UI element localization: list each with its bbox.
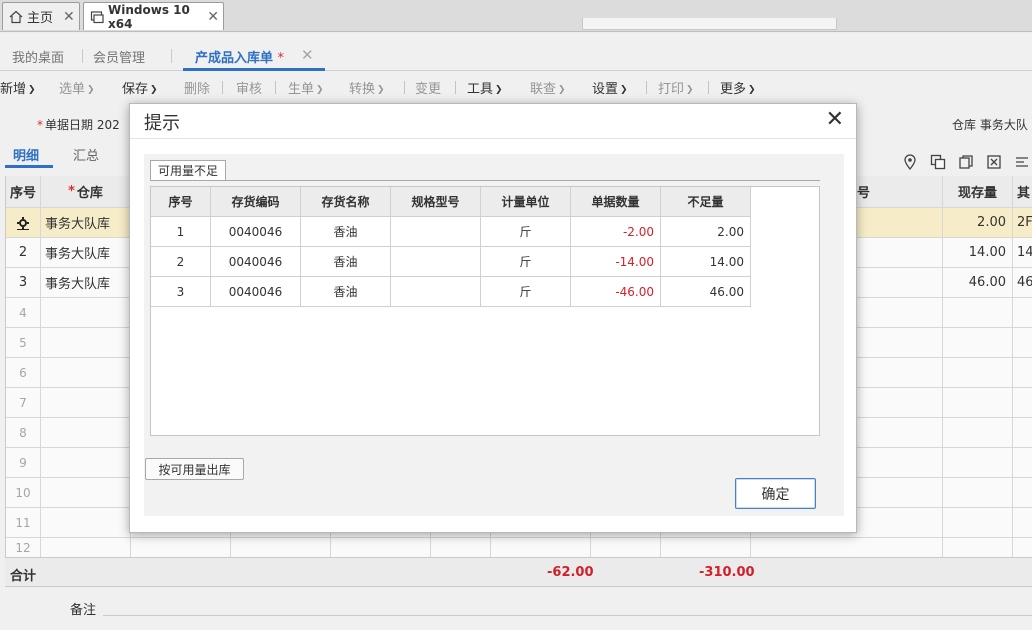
browser-tab-label: 主页 — [27, 11, 54, 26]
table-header: 序号 存货编码 存货名称 规格型号 计量单位 单据数量 不足量 — [151, 187, 751, 217]
cell-name: 香油 — [301, 277, 391, 306]
cell-no: 2 — [151, 247, 211, 276]
tab-insufficient-qty[interactable]: 可用量不足 — [150, 160, 227, 180]
browser-tab-windows[interactable]: Windows 10 x64 ✕ — [83, 2, 224, 31]
cell-short: 14.00 — [661, 247, 751, 276]
cell-spec — [391, 247, 481, 276]
home-icon — [9, 10, 23, 24]
cell-qty: -14.00 — [571, 247, 661, 276]
browser-tab-label: Windows 10 x64 — [108, 2, 190, 31]
cell-code: 0040046 — [211, 247, 301, 276]
cell-unit: 斤 — [481, 217, 571, 246]
cell-no: 1 — [151, 217, 211, 246]
col-header: 规格型号 — [391, 187, 481, 216]
cell-qty: -2.00 — [571, 217, 661, 246]
close-icon[interactable]: ✕ — [826, 107, 844, 132]
close-icon[interactable]: ✕ — [207, 9, 219, 25]
cell-short: 46.00 — [661, 277, 751, 306]
cell-code: 0040046 — [211, 217, 301, 246]
close-icon[interactable]: ✕ — [63, 9, 75, 25]
col-header: 不足量 — [661, 187, 751, 216]
col-header: 存货编码 — [211, 187, 301, 216]
col-header: 计量单位 — [481, 187, 571, 216]
dialog-body: 可用量不足 序号 存货编码 存货名称 规格型号 计量单位 单据数量 不足量 1 … — [144, 154, 844, 516]
ok-button[interactable]: 确定 — [735, 478, 816, 509]
divider — [130, 138, 856, 139]
address-bar-edge — [582, 18, 837, 30]
cell-name: 香油 — [301, 217, 391, 246]
browser-tab-strip: 主页 ✕ Windows 10 x64 ✕ — [0, 0, 1032, 32]
cell-name: 香油 — [301, 247, 391, 276]
dialog-title: 提示 — [144, 113, 180, 134]
cell-unit: 斤 — [481, 247, 571, 276]
vm-icon — [90, 10, 104, 24]
cell-qty: -46.00 — [571, 277, 661, 306]
divider — [150, 180, 820, 181]
insufficient-qty-table: 序号 存货编码 存货名称 规格型号 计量单位 单据数量 不足量 1 004004… — [150, 186, 820, 436]
cell-short: 2.00 — [661, 217, 751, 246]
table-row[interactable]: 2 0040046 香油 斤 -14.00 14.00 — [151, 247, 751, 277]
cell-spec — [391, 277, 481, 306]
browser-tab-home[interactable]: 主页 ✕ — [2, 2, 80, 30]
cell-code: 0040046 — [211, 277, 301, 306]
table-row[interactable]: 1 0040046 香油 斤 -2.00 2.00 — [151, 217, 751, 247]
alert-dialog: 提示 ✕ 可用量不足 序号 存货编码 存货名称 规格型号 计量单位 单据数量 不… — [129, 103, 857, 533]
table-row[interactable]: 3 0040046 香油 斤 -46.00 46.00 — [151, 277, 751, 307]
col-header: 序号 — [151, 187, 211, 216]
cell-spec — [391, 217, 481, 246]
ship-by-available-button[interactable]: 按可用量出库 — [145, 458, 244, 480]
col-header: 存货名称 — [301, 187, 391, 216]
col-header: 单据数量 — [571, 187, 661, 216]
cell-unit: 斤 — [481, 277, 571, 306]
cell-no: 3 — [151, 277, 211, 306]
